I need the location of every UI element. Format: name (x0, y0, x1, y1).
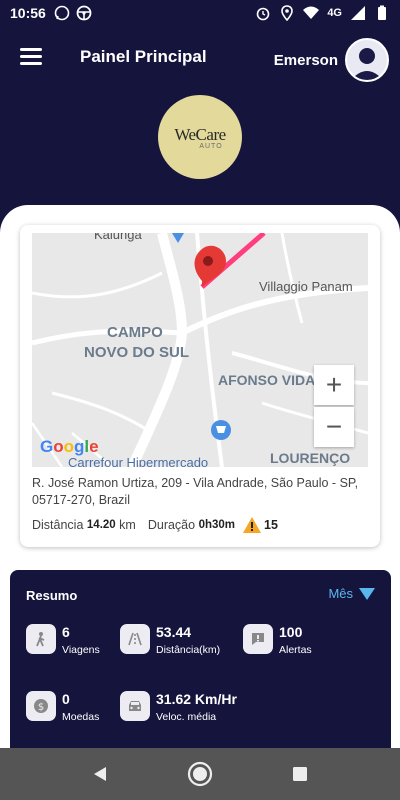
map-label-afonso: AFONSO VIDAL (218, 372, 324, 388)
alarm-icon (257, 7, 270, 21)
status-bar: 10:56 4G (0, 0, 400, 26)
stat-distance: 53.44 Distância(km) (120, 624, 220, 657)
warning-icon (243, 517, 262, 533)
app-header: Painel Principal Emerson (0, 26, 400, 90)
distance-value: 14.20 (86, 519, 116, 531)
distance-total-label: Distância(km) (156, 644, 221, 656)
map-label-lourenco: LOURENÇO (270, 450, 351, 466)
map-label-campo: CAMPO (107, 324, 163, 341)
alerts-count: 15 (264, 518, 278, 532)
svg-text:$: $ (38, 702, 44, 713)
back-icon (94, 767, 106, 781)
coins-label: Moedas (62, 711, 100, 723)
battery-icon (378, 5, 386, 20)
menu-icon-bar (20, 62, 42, 65)
period-label: Mês (328, 586, 353, 601)
alerts-indicator: 15 (243, 517, 278, 533)
alert-message-icon (243, 624, 273, 654)
coins-value: 0 (62, 691, 70, 707)
system-nav-bar (0, 748, 400, 800)
user-name[interactable]: Emerson (274, 52, 338, 69)
map-label-novo-do-sul: NOVO DO SUL (84, 344, 190, 361)
person-walking-icon (26, 624, 56, 654)
alerts-total-label: Alertas (279, 644, 312, 656)
coin-icon: $ (26, 691, 56, 721)
duration-value: 0h30m (198, 519, 236, 531)
period-selector[interactable]: Mês (328, 586, 375, 601)
map-view[interactable]: Kalunga Villaggio Panam CAMPO NOVO DO SU… (32, 233, 368, 467)
distance-total-value: 53.44 (156, 624, 192, 640)
signal-icon (351, 6, 365, 20)
recents-icon (293, 767, 307, 781)
home-icon (187, 761, 213, 787)
logo-brand: WeCare (174, 124, 226, 144)
zoom-in-button[interactable]: + (314, 365, 354, 405)
map-label-kalunga: Kalunga (94, 233, 142, 242)
trips-value: 6 (62, 624, 70, 640)
menu-icon-bar (20, 55, 42, 58)
trip-card[interactable]: Kalunga Villaggio Panam CAMPO NOVO DO SU… (20, 225, 380, 547)
network-type: 4G (327, 7, 342, 19)
stat-trips: 6 Viagens (26, 624, 100, 657)
summary-title: Resumo (26, 588, 78, 603)
google-logo: Google (40, 437, 99, 456)
summary-card: Resumo Mês 6 Viagens 53.44 Distância(km)… (10, 570, 391, 755)
avg-speed-value: 31.62 Km/Hr (156, 691, 237, 707)
trips-label: Viagens (62, 644, 100, 656)
stat-coins: $ 0 Moedas (26, 691, 99, 724)
road-icon (120, 624, 150, 654)
duration-label: Duração (147, 518, 196, 532)
trip-stats-row: Distância 14.20 km Duração 0h30m 15 (32, 517, 278, 533)
location-icon (281, 5, 294, 21)
alerts-total-value: 100 (279, 624, 303, 640)
dropdown-arrow-icon (359, 587, 375, 600)
whatsapp-icon (54, 5, 70, 21)
stat-alerts: 100 Alertas (243, 624, 312, 657)
user-icon (351, 48, 383, 80)
zoom-out-button[interactable]: − (314, 407, 354, 447)
distance-label: Distância (32, 518, 84, 532)
avg-speed-label: Veloc. média (156, 711, 217, 723)
recents-button[interactable] (286, 760, 314, 788)
trip-address: R. José Ramon Urtiza, 209 - Vila Andrade… (32, 476, 359, 507)
status-time: 10:56 (10, 5, 46, 21)
car-icon (120, 691, 150, 721)
steering-wheel-icon (76, 5, 92, 21)
avatar[interactable] (345, 38, 389, 82)
distance-unit: km (119, 518, 136, 532)
page-title: Painel Principal (80, 47, 207, 66)
map-label-villaggio: Villaggio Panam (259, 279, 353, 294)
wifi-icon (303, 6, 320, 19)
home-button[interactable] (186, 760, 214, 788)
stat-avg-speed: 31.62 Km/Hr Veloc. média (120, 691, 237, 724)
logo-subtitle: AUTO (199, 142, 223, 150)
company-logo: WeCare AUTO (158, 95, 242, 179)
menu-button[interactable] (20, 48, 42, 66)
menu-icon-bar (20, 48, 42, 51)
back-button[interactable] (86, 760, 114, 788)
